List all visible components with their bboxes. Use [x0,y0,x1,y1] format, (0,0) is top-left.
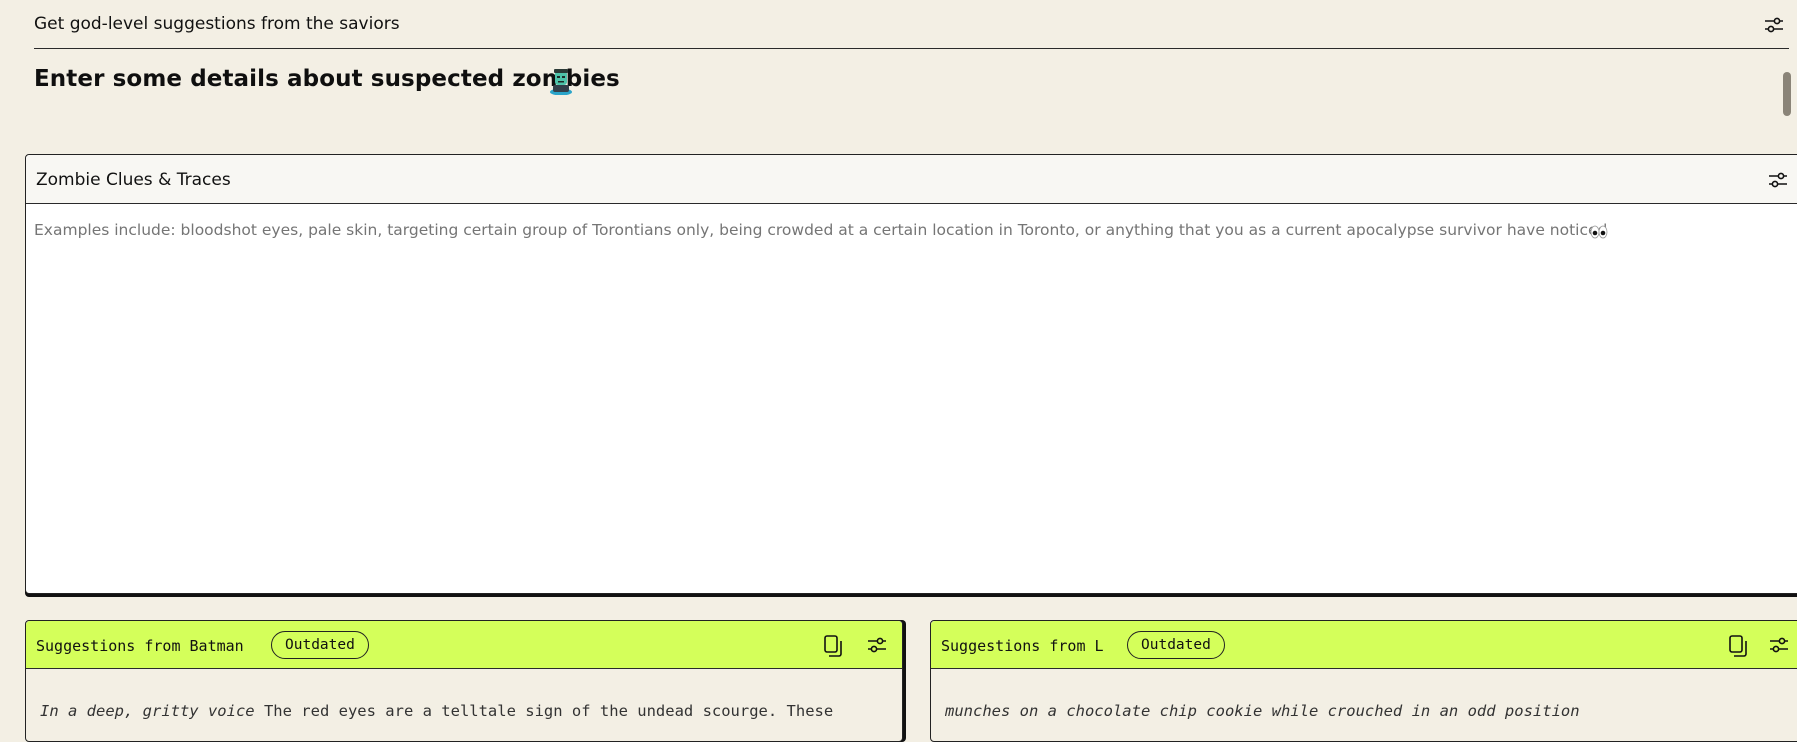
top-bar-title: Get god-level suggestions from the savio… [34,14,400,34]
batman-card-header: Suggestions from Batman Outdated [26,621,902,669]
top-bar: Get god-level suggestions from the savio… [34,0,1789,49]
copy-icon[interactable] [1728,634,1748,658]
clues-panel-title: Zombie Clues & Traces [36,170,231,190]
batman-suggestion-text: In a deep, gritty voice The red eyes are… [40,702,888,720]
batman-suggestion-rest: The red eyes are a telltale sign of the … [254,702,834,720]
clues-panel-header: Zombie Clues & Traces [26,155,1797,204]
l-suggestions-card: Suggestions from L Outdated munches on a… [930,620,1797,742]
batman-suggestions-card: Suggestions from Batman Outdated In a de… [25,620,903,742]
outdated-badge: Outdated [271,631,369,659]
sliders-icon[interactable] [1768,636,1790,654]
outdated-badge: Outdated [1127,631,1225,659]
zombie-clues-panel: Zombie Clues & Traces [25,154,1797,594]
page-scrollbar[interactable] [1783,72,1791,116]
zombie-emoji-icon [548,67,574,99]
l-card-title: Suggestions from L [941,637,1104,655]
sliders-icon[interactable] [866,636,888,654]
l-card-header: Suggestions from L Outdated [931,621,1797,669]
l-suggestion-italic: munches on a chocolate chip cookie while… [945,702,1580,720]
section-heading: Enter some details about suspected zombi… [34,66,620,92]
sliders-icon[interactable] [1763,16,1785,34]
batman-card-title: Suggestions from Batman [36,637,244,655]
sliders-icon[interactable] [1767,171,1789,189]
clues-textarea[interactable] [34,221,1796,581]
copy-icon[interactable] [823,634,843,658]
eyes-emoji-icon [1590,224,1608,243]
batman-suggestion-italic: In a deep, gritty voice [40,702,255,720]
l-suggestion-text: munches on a chocolate chip cookie while… [945,702,1792,720]
